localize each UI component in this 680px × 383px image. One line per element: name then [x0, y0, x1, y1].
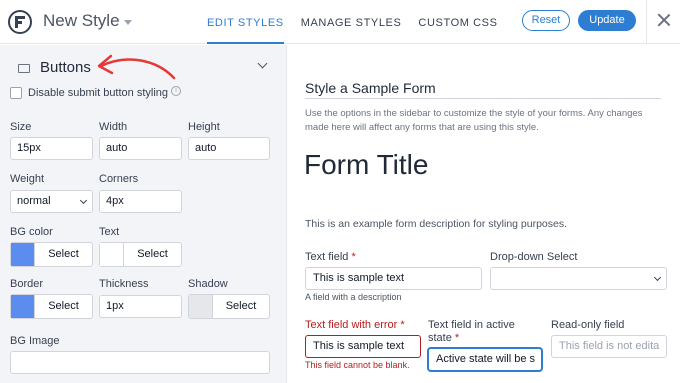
preview-description: Use the options in the sidebar to custom…: [305, 108, 643, 133]
header-divider: [646, 0, 647, 44]
reset-button[interactable]: Reset: [522, 10, 570, 31]
error-field-help: This field cannot be blank.: [305, 360, 410, 370]
shadow-label: Shadow: [188, 278, 228, 290]
text-color-label: Text: [99, 226, 120, 238]
chevron-down-icon: [79, 196, 88, 205]
button-shape-icon: [18, 64, 30, 73]
style-sidebar: Buttons Disable submit button styling i …: [0, 45, 287, 383]
corners-label: Corners: [99, 173, 139, 185]
section-title: Buttons: [40, 59, 91, 76]
tab-edit-styles[interactable]: EDIT STYLES: [207, 0, 284, 44]
bg-color-select-button[interactable]: Select: [35, 243, 92, 266]
dropdown-label: Drop-down Select: [490, 251, 578, 263]
border-color-picker[interactable]: Select: [10, 294, 93, 319]
chevron-down-icon[interactable]: [257, 58, 268, 69]
border-select-button[interactable]: Select: [35, 295, 92, 318]
thickness-label: Thickness: [99, 278, 149, 290]
disable-submit-checkbox[interactable]: [10, 87, 22, 99]
style-preview: Style a Sample Form Use the options in t…: [288, 45, 680, 383]
weight-label: Weight: [10, 173, 45, 185]
preview-heading: Style a Sample Form: [305, 80, 436, 96]
close-icon[interactable]: [657, 13, 671, 27]
text-field-input[interactable]: This is sample text: [305, 267, 482, 290]
text-field-label: Text field *: [305, 251, 356, 263]
top-bar: New Style EDIT STYLES MANAGE STYLES CUST…: [0, 0, 680, 44]
weight-value: normal: [17, 195, 51, 207]
chevron-down-icon: [653, 273, 662, 282]
red-arrow-annotation-icon: [97, 54, 176, 80]
shadow-select-button[interactable]: Select: [213, 295, 269, 318]
bg-image-input[interactable]: [10, 351, 270, 374]
shadow-color-picker[interactable]: Select: [188, 294, 270, 319]
required-marker: *: [400, 319, 405, 331]
corners-input[interactable]: 4px: [99, 190, 182, 213]
readonly-field-label: Read-only field: [551, 319, 625, 331]
tab-bar: EDIT STYLES MANAGE STYLES CUSTOM CSS: [207, 0, 515, 44]
disable-submit-label: Disable submit button styling: [28, 87, 169, 99]
text-color-swatch: [100, 243, 124, 266]
height-input[interactable]: auto: [188, 137, 270, 160]
border-label: Border: [10, 278, 44, 290]
weight-select[interactable]: normal: [10, 190, 93, 213]
error-field-label: Text field with error *: [305, 319, 405, 331]
active-field-label: Text field in active state *: [428, 319, 515, 344]
disable-submit-row: Disable submit button styling i: [10, 86, 182, 99]
thickness-input[interactable]: 1px: [99, 295, 182, 318]
dropdown-select[interactable]: [490, 267, 667, 290]
border-color-swatch: [11, 295, 35, 318]
form-title: Form Title: [304, 149, 429, 180]
size-label: Size: [10, 121, 32, 133]
error-field-input[interactable]: This is sample text: [305, 335, 421, 358]
shadow-color-swatch: [189, 295, 213, 318]
info-icon[interactable]: i: [171, 86, 182, 96]
form-description: This is an example form description for …: [305, 218, 568, 230]
bg-color-label: BG color: [10, 226, 53, 238]
text-color-picker[interactable]: Select: [99, 242, 182, 267]
heading-divider: [305, 98, 661, 99]
tab-custom-css[interactable]: CUSTOM CSS: [418, 0, 497, 44]
tab-manage-styles[interactable]: MANAGE STYLES: [301, 0, 402, 44]
required-marker: *: [454, 332, 460, 344]
buttons-section-header[interactable]: Buttons: [0, 45, 287, 89]
style-title-dropdown[interactable]: New Style: [43, 11, 132, 31]
width-label: Width: [99, 121, 128, 133]
caret-down-icon: [123, 20, 132, 25]
bg-color-picker[interactable]: Select: [10, 242, 93, 267]
size-input[interactable]: 15px: [10, 137, 93, 160]
active-field-input[interactable]: Active state will be s: [428, 348, 542, 371]
required-marker: *: [351, 251, 356, 263]
formidable-logo-icon[interactable]: [8, 10, 32, 34]
width-input[interactable]: auto: [99, 137, 182, 160]
height-label: Height: [188, 121, 220, 133]
text-field-help: A field with a description: [305, 292, 402, 302]
style-title: New Style: [43, 11, 120, 30]
update-button[interactable]: Update: [578, 10, 636, 31]
bg-image-label: BG Image: [10, 335, 60, 347]
bg-color-swatch: [11, 243, 35, 266]
readonly-field-input: This field is not edita: [551, 335, 667, 358]
text-color-select-button[interactable]: Select: [124, 243, 181, 266]
